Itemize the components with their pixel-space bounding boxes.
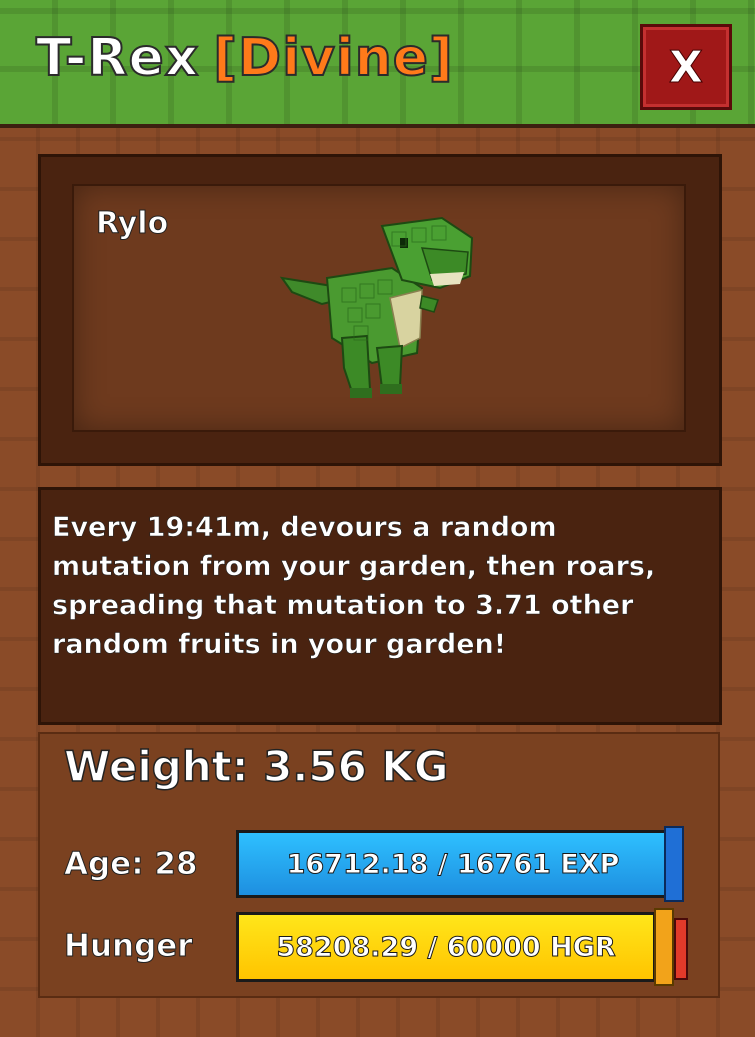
pet-info-panel: T-Rex [Divine] X Rylo Every 19:41m, devo… xyxy=(0,0,755,1037)
hunger-progress-text: 58208.29 / 60000 HGR xyxy=(276,931,616,963)
ability-description: Every 19:41m, devours a random mutation … xyxy=(52,512,656,661)
close-icon: X xyxy=(669,41,704,93)
panel-header: T-Rex [Divine] X xyxy=(0,0,755,128)
rarity-label: [Divine] xyxy=(212,27,454,89)
hunger-label: Hunger xyxy=(64,928,194,965)
close-button[interactable]: X xyxy=(640,24,732,110)
hunger-progress-bar: 58208.29 / 60000 HGR xyxy=(236,912,656,982)
panel-title: T-Rex [Divine] xyxy=(35,27,454,89)
weight-label: Weight: 3.56 KG xyxy=(63,741,449,792)
exp-bar-cap xyxy=(664,826,684,902)
pet-type-label: T-Rex xyxy=(35,27,200,89)
age-label: Age: 28 xyxy=(64,846,199,883)
exp-progress-text: 16712.18 / 16761 EXP xyxy=(286,848,620,880)
hunger-bar-cap xyxy=(654,908,674,986)
exp-progress-bar: 16712.18 / 16761 EXP xyxy=(236,830,670,898)
t-rex-model-icon xyxy=(279,216,474,398)
hunger-bar-remaining xyxy=(674,918,688,980)
pet-name-label: Rylo xyxy=(95,206,169,242)
